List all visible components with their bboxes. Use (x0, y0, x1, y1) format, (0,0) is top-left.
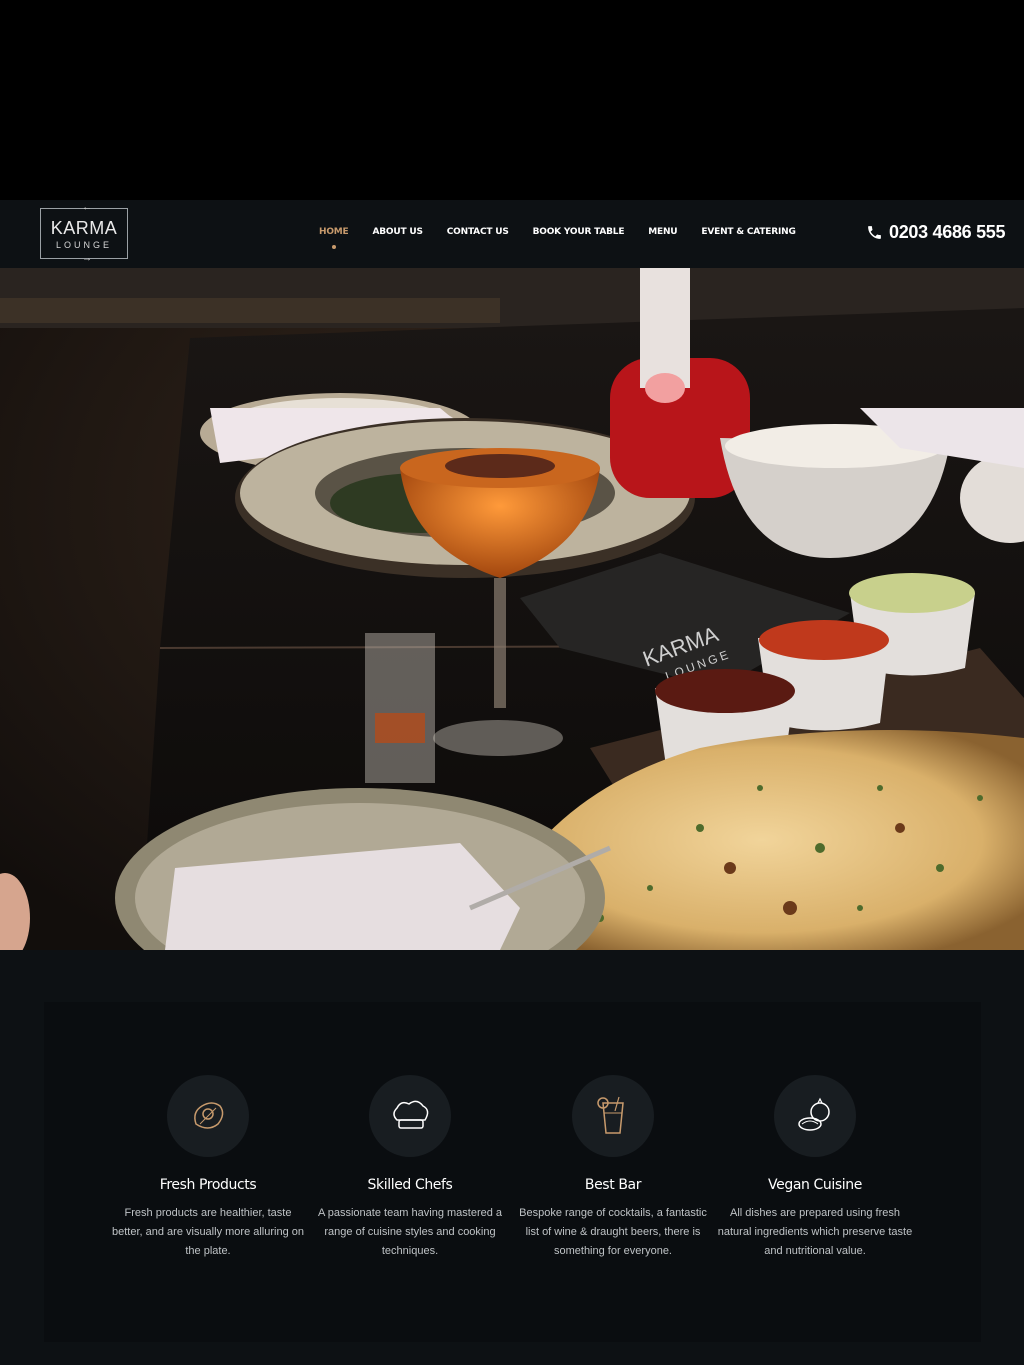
nav-contact-us[interactable]: CONTACT US (447, 227, 509, 243)
active-indicator-dot (331, 245, 336, 249)
feature-skilled-chefs: Skilled Chefs A passionate team having m… (310, 1075, 510, 1261)
feature-title: Vegan Cuisine (768, 1177, 862, 1193)
main-nav: HOME ABOUT US CONTACT US BOOK YOUR TABLE… (319, 227, 820, 249)
site-logo[interactable]: ← KARMA LOUNGE → (40, 202, 128, 264)
phone-icon (868, 226, 881, 239)
feature-vegan-cuisine: Vegan Cuisine All dishes are prepared us… (715, 1075, 915, 1261)
phone-number: 0203 4686 555 (889, 222, 1006, 242)
logo-arrow-right-icon: → (82, 253, 92, 264)
meat-icon (167, 1075, 249, 1157)
vegetables-icon (774, 1075, 856, 1157)
feature-title: Fresh Products (159, 1177, 257, 1193)
top-blank-area (0, 0, 1024, 200)
nav-event-catering[interactable]: EVENT & CATERING (701, 227, 795, 243)
logo-title: KARMA (50, 218, 118, 238)
nav-home-label: HOME (319, 227, 349, 237)
nav-menu[interactable]: MENU (648, 227, 677, 243)
feature-description: All dishes are prepared using fresh natu… (717, 1207, 913, 1257)
feature-title: Skilled Chefs (367, 1177, 453, 1193)
feature-description: Bespoke range of cocktails, a fantastic … (519, 1207, 707, 1257)
feature-best-bar: Best Bar Bespoke range of cocktails, a f… (513, 1075, 713, 1261)
hero-image: KARMA LOUNGE (0, 268, 1024, 950)
feature-description: Fresh products are healthier, taste bett… (112, 1207, 304, 1257)
feature-fresh-products: Fresh Products Fresh products are health… (108, 1075, 308, 1261)
nav-home[interactable]: HOME (319, 227, 349, 249)
logo-arrow-left-icon: ← (82, 202, 92, 213)
feature-description: A passionate team having mastered a rang… (317, 1207, 503, 1257)
chef-hat-icon (369, 1075, 451, 1157)
nav-about-us[interactable]: ABOUT US (373, 227, 423, 243)
nav-book-your-table[interactable]: BOOK YOUR TABLE (533, 227, 625, 243)
phone-link[interactable]: 0203 4686 555 (866, 222, 1006, 243)
restaurant-table-photo: KARMA LOUNGE (0, 268, 1024, 950)
logo-subtitle: LOUNGE (55, 240, 112, 250)
cocktail-glass-icon (572, 1075, 654, 1157)
feature-title: Best Bar (584, 1177, 642, 1193)
